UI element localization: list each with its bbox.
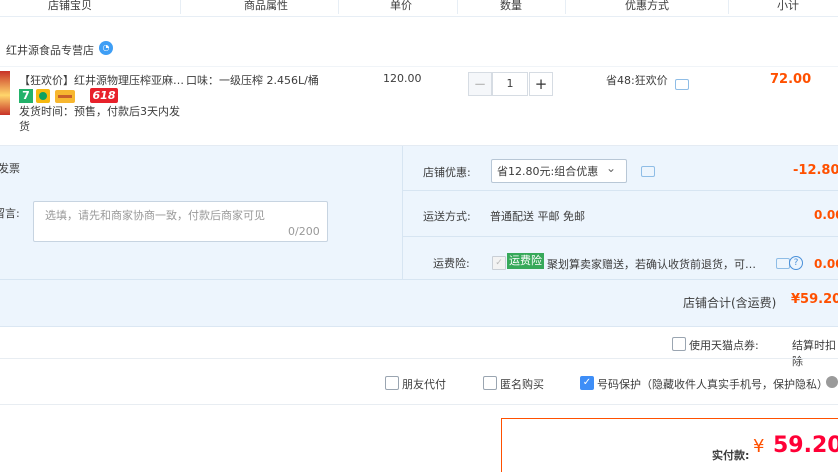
product-attribute: 口味：一级压榨 2.456L/桶: [186, 74, 319, 87]
row-divider: [403, 190, 838, 191]
quantity-decrease-button[interactable]: −: [468, 72, 492, 96]
header-shop-item: 店铺宝贝: [48, 0, 92, 12]
credit-card-badge-icon: [55, 90, 75, 103]
promo-618-badge: 618: [90, 88, 118, 103]
product-title-link[interactable]: 【狂欢价】红井源物理压榨亚麻籽油: [19, 72, 184, 88]
seven-day-return-badge: 7: [19, 89, 33, 103]
message-char-count: 0/200: [288, 225, 320, 238]
quantity-input[interactable]: 1: [492, 72, 528, 96]
anonymous-purchase-checkbox[interactable]: [483, 376, 497, 390]
insurance-description: 聚划算卖家赠送，若确认收货前退货，可获保险赔付: [547, 258, 765, 271]
section-divider: [0, 358, 838, 359]
header-divider: [565, 0, 566, 14]
message-label: 给卖家留言:: [0, 207, 20, 220]
header-divider: [728, 0, 729, 14]
delivery-time-text: 发货时间：预售，付款后3天内发货: [19, 105, 180, 133]
wangwang-chat-icon[interactable]: ◔: [99, 41, 113, 55]
product-thumbnail[interactable]: [0, 71, 10, 115]
tmall-points-note: 结算时扣除: [792, 339, 836, 368]
shipping-amount: 0.00: [814, 208, 838, 222]
shop-coupon-value: 省12.80元:组合优惠: [497, 165, 599, 178]
section-divider: [0, 404, 838, 405]
shop-coupon-label: 店铺优惠:: [423, 166, 471, 179]
insurance-tag: 运费险: [507, 253, 544, 269]
header-divider: [457, 0, 458, 14]
message-placeholder: 选填，请先和商家协商一致，付款后商家可见: [45, 209, 265, 222]
insurance-comment-icon[interactable]: [776, 258, 790, 269]
tmall-points-label: 使用天猫点券:: [689, 339, 759, 352]
header-attr: 商品属性: [244, 0, 288, 12]
insurance-amount: 0.00: [814, 257, 838, 271]
row-divider: [403, 236, 838, 237]
invoice-label: 开具发票: [0, 162, 20, 175]
payment-amount: 59.20: [773, 433, 838, 458]
row-divider: [0, 279, 838, 280]
number-protect-label: 号码保护（隐藏收件人真实手机号，保护隐私）: [597, 378, 828, 391]
header-promo: 优惠方式: [625, 0, 669, 12]
number-protect-checkbox[interactable]: ✓: [580, 376, 594, 390]
shop-total-label: 店铺合计(含运费): [683, 296, 777, 310]
anonymous-purchase-label: 匿名购买: [500, 378, 544, 391]
friend-pay-label: 朋友代付: [402, 378, 446, 391]
payment-label: 实付款:: [712, 449, 750, 462]
shop-coupon-amount: -12.80: [793, 163, 838, 178]
info-icon[interactable]: [826, 376, 838, 388]
help-icon[interactable]: ?: [789, 256, 803, 270]
panel-divider: [402, 146, 403, 279]
coupon-comment-icon[interactable]: [641, 166, 655, 177]
payment-currency: ¥: [753, 436, 765, 457]
service-badge-icon: [36, 89, 50, 103]
shipping-value: 普通配送 平邮 免邮: [490, 210, 585, 223]
header-price: 单价: [390, 0, 412, 12]
shipping-label: 运送方式:: [423, 210, 471, 223]
tmall-points-checkbox[interactable]: [672, 337, 686, 351]
unit-price: 120.00: [383, 72, 422, 85]
insurance-checkbox[interactable]: ✓: [492, 256, 506, 270]
header-subtotal: 小计: [777, 0, 799, 12]
item-subtotal: 72.00: [770, 72, 812, 87]
cart-header-row: 店铺宝贝 商品属性 单价 数量 优惠方式 小计: [0, 0, 838, 17]
friend-pay-checkbox[interactable]: [385, 376, 399, 390]
insurance-label: 运费险:: [433, 257, 470, 270]
promo-comment-icon[interactable]: [675, 79, 689, 90]
header-divider: [180, 0, 181, 14]
chevron-down-icon: ⌄: [606, 161, 617, 175]
header-divider: [338, 0, 339, 14]
shop-name-link[interactable]: 红井源食品专营店: [6, 42, 94, 58]
quantity-increase-button[interactable]: +: [529, 72, 553, 96]
promotion-text: 省48:狂欢价: [606, 74, 668, 87]
shop-total-value: ¥59.20: [791, 292, 838, 307]
header-qty: 数量: [500, 0, 522, 12]
